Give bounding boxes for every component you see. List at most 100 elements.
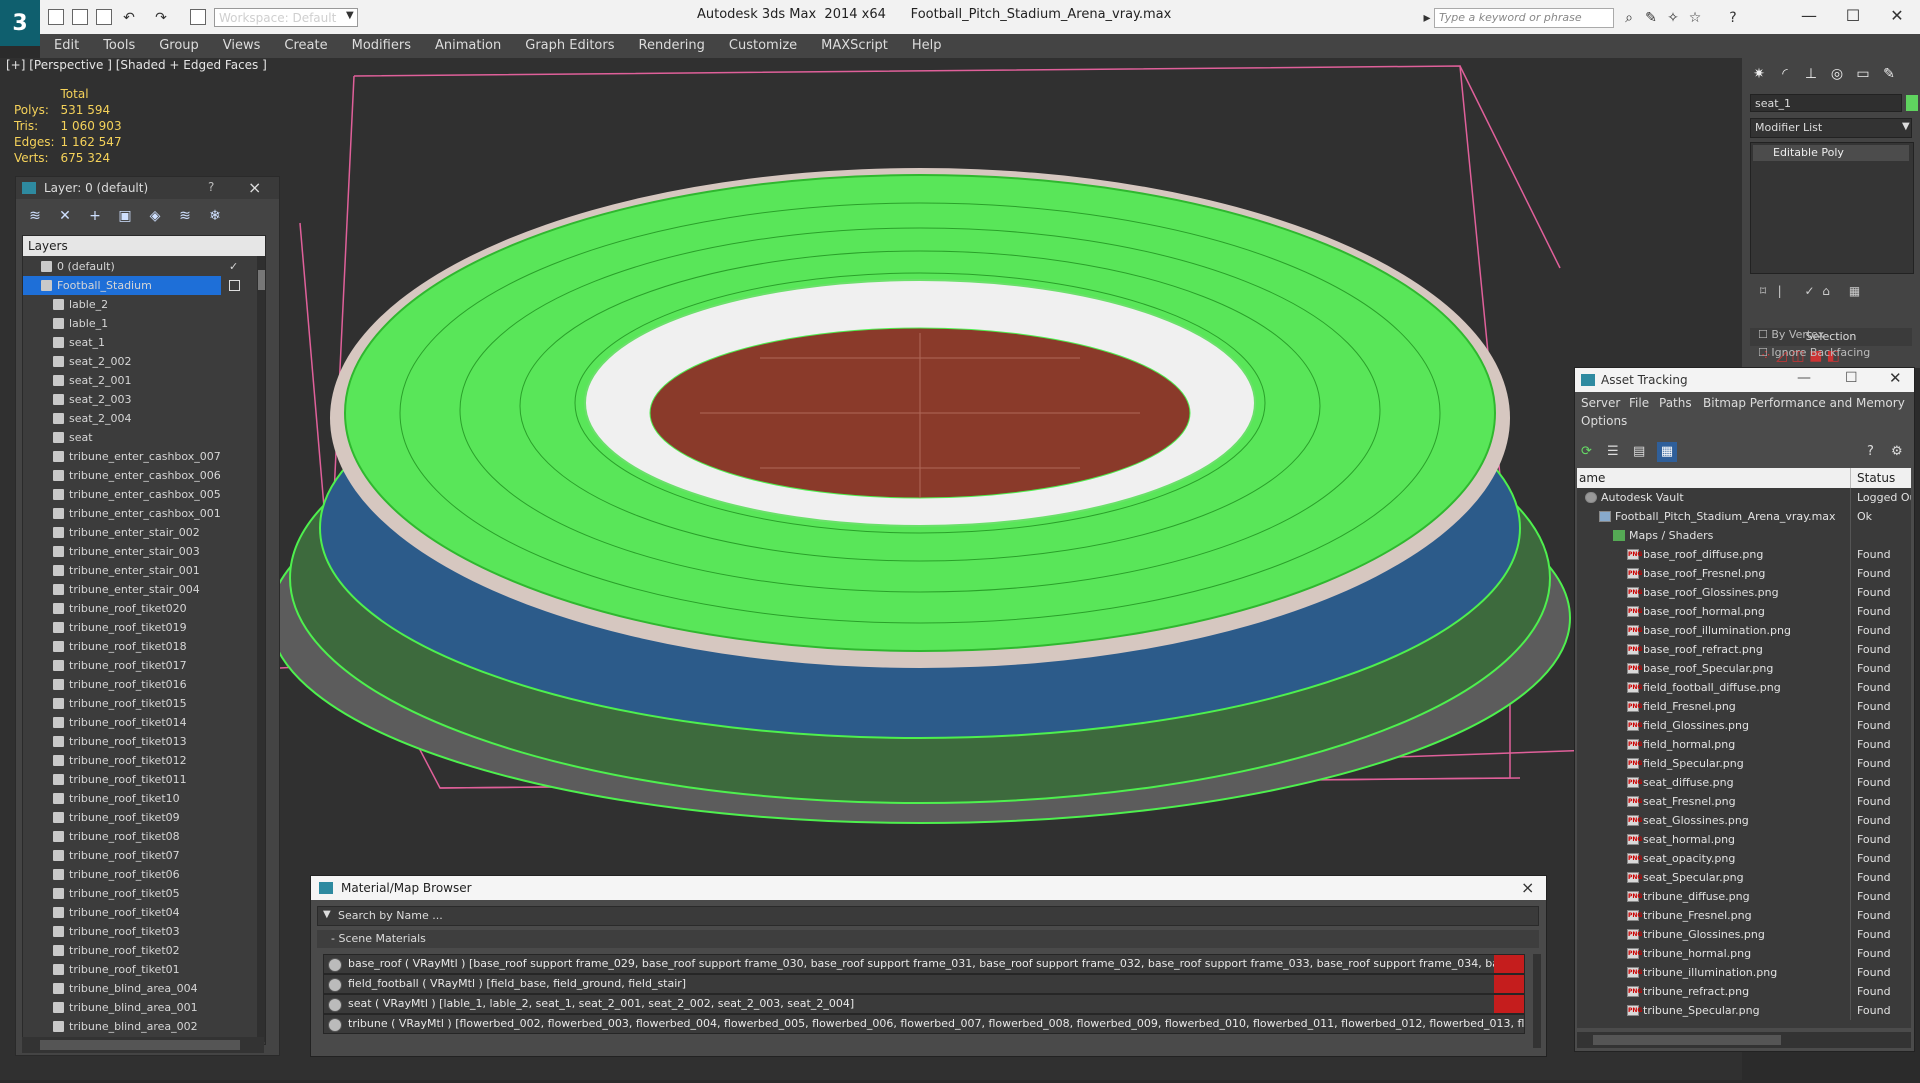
undo-icon[interactable]: ↶ xyxy=(120,9,138,27)
layer-row[interactable]: tribune_enter_cashbox_007 xyxy=(23,447,253,466)
layer-row[interactable]: seat_2_001 xyxy=(23,371,253,390)
modifier-stack-item[interactable]: Editable Poly xyxy=(1753,145,1909,161)
layer-row[interactable]: tribune_enter_cashbox_006 xyxy=(23,466,253,485)
close-window-icon[interactable]: ✕ xyxy=(1882,5,1912,27)
binoculars-icon[interactable]: ⌕ xyxy=(1620,9,1638,27)
layer-row[interactable]: tribune_roof_tiket019 xyxy=(23,618,253,637)
asset-row[interactable]: PNG base_roof_Specular.png Found xyxy=(1577,659,1911,678)
freeze-all-layers-icon[interactable]: ❄ xyxy=(206,207,224,225)
subscription-icon[interactable]: ✎ xyxy=(1642,9,1660,27)
asset-row[interactable]: PNG tribune_Specular.png Found xyxy=(1577,1001,1911,1020)
layer-row[interactable]: seat xyxy=(23,428,253,447)
asset-row[interactable]: PNG field_Specular.png Found xyxy=(1577,754,1911,773)
asset-minimize-icon[interactable]: — xyxy=(1797,370,1811,386)
layer-row[interactable]: tribune_roof_tiket012 xyxy=(23,751,253,770)
layer-scrollbar[interactable] xyxy=(257,256,265,1042)
modifier-list-chevron-down-icon[interactable]: ▼ xyxy=(1902,121,1910,132)
motion-tab-icon[interactable]: ◎ xyxy=(1826,64,1848,84)
app-logo-icon[interactable]: 3 xyxy=(0,0,40,46)
layer-row[interactable]: tribune_roof_tiket09 xyxy=(23,808,253,827)
menu-maxscript[interactable]: MAXScript xyxy=(809,34,900,58)
menu-customize[interactable]: Customize xyxy=(717,34,809,58)
delete-layer-icon[interactable]: ✕ xyxy=(56,207,74,225)
asset-help-icon[interactable]: ? xyxy=(1867,444,1874,459)
thumbnail-view-icon[interactable]: ▤ xyxy=(1633,444,1645,459)
asset-row[interactable]: PNG base_roof_diffuse.png Found xyxy=(1577,545,1911,564)
material-row-field-football[interactable]: field_football ( VRayMtl ) [field_base, … xyxy=(323,974,1525,994)
menu-help[interactable]: Help xyxy=(900,34,954,58)
modify-tab-icon[interactable]: ◜ xyxy=(1774,64,1796,84)
scene-materials-group[interactable]: - Scene Materials xyxy=(317,930,1539,948)
asset-close-icon[interactable]: ✕ xyxy=(1889,369,1902,387)
asset-row[interactable]: PNG base_roof_hormal.png Found xyxy=(1577,602,1911,621)
favorites-star-icon[interactable]: ☆ xyxy=(1686,9,1704,27)
viewport-label[interactable]: [+] [Perspective ] [Shaded + Edged Faces… xyxy=(6,58,267,72)
object-color-swatch[interactable] xyxy=(1906,95,1918,111)
layer-row[interactable]: tribune_roof_tiket017 xyxy=(23,656,253,675)
layer-horizontal-scrollbar[interactable] xyxy=(22,1037,264,1053)
asset-row[interactable]: PNG seat_Glossines.png Found xyxy=(1577,811,1911,830)
modifier-list-dropdown[interactable]: Modifier List xyxy=(1750,118,1912,138)
material-options-chevron-icon[interactable]: ▼ xyxy=(323,909,331,920)
asset-row[interactable]: PNG field_Fresnel.png Found xyxy=(1577,697,1911,716)
refresh-icon[interactable]: ⟳ xyxy=(1581,444,1592,459)
menu-modifiers[interactable]: Modifiers xyxy=(340,34,423,58)
new-file-icon[interactable] xyxy=(48,9,64,25)
material-row-tribune[interactable]: tribune ( VRayMtl ) [flowerbed_002, flow… xyxy=(323,1014,1525,1034)
menu-views[interactable]: Views xyxy=(211,34,273,58)
asset-row[interactable]: PNG base_roof_illumination.png Found xyxy=(1577,621,1911,640)
layer-row[interactable]: tribune_enter_cashbox_001 xyxy=(23,504,253,523)
layer-row[interactable]: seat_2_004 xyxy=(23,409,253,428)
search-input[interactable]: Type a keyword or phrase xyxy=(1434,8,1614,28)
asset-menu-bitmap-performance[interactable]: Bitmap Performance and Memory xyxy=(1703,396,1905,410)
menu-rendering[interactable]: Rendering xyxy=(627,34,717,58)
asset-row[interactable]: PNG seat_opacity.png Found xyxy=(1577,849,1911,868)
asset-row[interactable]: PNG base_roof_Glossines.png Found xyxy=(1577,583,1911,602)
save-file-icon[interactable] xyxy=(96,9,112,25)
menu-graph-editors[interactable]: Graph Editors xyxy=(513,34,626,58)
material-browser-titlebar[interactable]: Material/Map Browser × xyxy=(311,876,1546,900)
asset-hscroll-thumb[interactable] xyxy=(1593,1035,1781,1045)
layer-hscroll-thumb[interactable] xyxy=(40,1040,240,1050)
asset-row[interactable]: PNG base_roof_refract.png Found xyxy=(1577,640,1911,659)
layer-scroll-thumb[interactable] xyxy=(258,270,265,290)
layer-row[interactable]: tribune_roof_tiket08 xyxy=(23,827,253,846)
layer-row[interactable]: tribune_roof_tiket03 xyxy=(23,922,253,941)
menu-create[interactable]: Create xyxy=(272,34,339,58)
project-folder-icon[interactable] xyxy=(190,9,206,25)
asset-row[interactable]: PNG field_football_diffuse.png Found xyxy=(1577,678,1911,697)
menu-tools[interactable]: Tools xyxy=(91,34,147,58)
layer-row[interactable]: tribune_roof_tiket04 xyxy=(23,903,253,922)
asset-row[interactable]: PNG tribune_Glossines.png Found xyxy=(1577,925,1911,944)
add-to-layer-icon[interactable]: + xyxy=(86,207,104,225)
create-tab-icon[interactable]: ✷ xyxy=(1748,64,1770,84)
menu-animation[interactable]: Animation xyxy=(423,34,513,58)
layer-row[interactable]: tribune_roof_tiket011 xyxy=(23,770,253,789)
hierarchy-tab-icon[interactable]: ⊥ xyxy=(1800,64,1822,84)
select-layer-objects-icon[interactable]: ▣ xyxy=(116,207,134,225)
redo-icon[interactable]: ↷ xyxy=(152,9,170,27)
asset-col-name[interactable]: ame xyxy=(1579,468,1605,488)
asset-tracking-titlebar[interactable]: Asset Tracking — ☐ ✕ xyxy=(1575,368,1914,392)
menu-edit[interactable]: Edit xyxy=(40,34,91,58)
asset-row[interactable]: PNG base_roof_Fresnel.png Found xyxy=(1577,564,1911,583)
table-view-icon[interactable]: ▦ xyxy=(1657,442,1677,462)
layer-row[interactable]: tribune_enter_stair_002 xyxy=(23,523,253,542)
layer-panel-titlebar[interactable]: Layer: 0 (default) ? × xyxy=(16,177,279,199)
material-scrollbar[interactable] xyxy=(1533,954,1541,1048)
list-view-icon[interactable]: ☰ xyxy=(1607,444,1619,459)
menu-group[interactable]: Group xyxy=(147,34,211,58)
communication-icon[interactable]: ✧ xyxy=(1664,9,1682,27)
asset-row[interactable]: PNG tribune_Fresnel.png Found xyxy=(1577,906,1911,925)
layer-row[interactable]: seat_1 xyxy=(23,333,253,352)
layer-row[interactable]: tribune_blind_area_004 xyxy=(23,979,253,998)
layer-close-icon[interactable]: × xyxy=(248,178,261,197)
asset-row[interactable]: PNG seat_Specular.png Found xyxy=(1577,868,1911,887)
active-layer-check-icon[interactable]: ✓ xyxy=(229,257,238,276)
by-vertex-checkbox[interactable]: ☐ By Vertex xyxy=(1758,328,1824,341)
layer-row[interactable]: seat_2_003 xyxy=(23,390,253,409)
layer-row[interactable]: tribune_roof_tiket02 xyxy=(23,941,253,960)
layer-row[interactable]: tribune_roof_tiket013 xyxy=(23,732,253,751)
asset-col-status[interactable]: Status xyxy=(1850,468,1895,488)
layer-row[interactable]: tribune_roof_tiket016 xyxy=(23,675,253,694)
